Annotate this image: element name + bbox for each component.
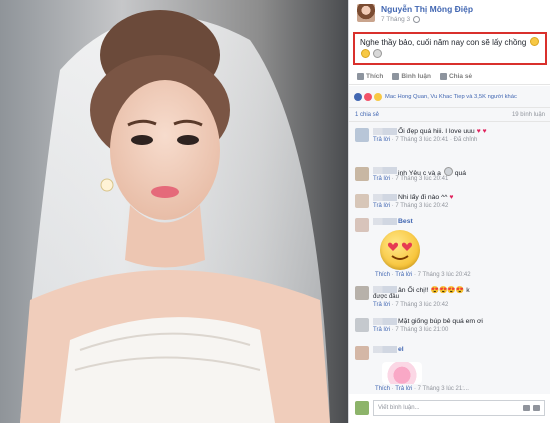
emoji-icon bbox=[443, 167, 453, 176]
comment-composer: Viết bình luận... bbox=[355, 397, 545, 419]
comment-time[interactable]: 7 Tháng 3 lúc 20:41 bbox=[395, 137, 448, 143]
comment-meta: Trả lời · 7 Tháng 3 lúc 20:42 bbox=[373, 203, 449, 209]
commenter-avatar[interactable] bbox=[355, 318, 369, 332]
commenter-avatar[interactable] bbox=[355, 218, 369, 232]
post-header: Nguyễn Thị Mông Điệp 7 Tháng 3 bbox=[349, 0, 550, 30]
reply-link[interactable]: Trả lời bbox=[373, 137, 390, 143]
commenter-name[interactable] bbox=[373, 194, 397, 201]
smile-emoji-icon bbox=[529, 37, 539, 46]
globe-icon bbox=[413, 16, 421, 23]
reply-link[interactable]: Trả lời bbox=[373, 176, 390, 182]
commenter-avatar[interactable] bbox=[355, 128, 369, 142]
comment-time[interactable]: 7 Tháng 3 lúc 20:42 bbox=[395, 203, 448, 209]
author-name[interactable]: Nguyễn Thị Mông Điệp bbox=[381, 4, 473, 14]
reactions-bar[interactable]: Mac Hong Quan, Vu Khac Tiep và 3,5K ngườ… bbox=[349, 86, 550, 108]
comment-meta: Trả lời · 7 Tháng 3 lúc 21:00 bbox=[373, 327, 449, 333]
reply-link[interactable]: Trả lời bbox=[373, 327, 390, 333]
smile-emoji-icon bbox=[361, 49, 370, 58]
post-text: Nghe thầy bảo, cuối năm nay con sẽ lấy c… bbox=[360, 38, 527, 47]
comment-button[interactable]: Bình luận bbox=[392, 72, 431, 80]
commenter-name[interactable] bbox=[373, 286, 397, 293]
reply-link[interactable]: Trả lời bbox=[395, 386, 412, 392]
smile-emoji-icon bbox=[373, 49, 383, 58]
comment-text: Ối đẹp quá hiii. I love uuu ♥ ♥ bbox=[398, 128, 487, 135]
love-emoji-icon: 😍😍😍😍 bbox=[430, 287, 465, 294]
heart-eyes-icon bbox=[387, 242, 413, 260]
comment-time[interactable]: 7 Tháng 3 lúc 20:41 bbox=[395, 176, 448, 182]
reply-link[interactable]: Trả lời bbox=[373, 302, 390, 308]
comment-meta: Trả lời · 7 Tháng 3 lúc 20:42 bbox=[373, 302, 449, 308]
current-user-avatar bbox=[355, 401, 369, 415]
comment-text: Best bbox=[398, 218, 413, 225]
comment-meta: Thích · Trả lời · 7 Tháng 3 lúc 21:... bbox=[375, 386, 469, 392]
reactions-text[interactable]: Mac Hong Quan, Vu Khac Tiep và 3,5K ngườ… bbox=[385, 94, 517, 100]
reply-link[interactable]: Trả lời bbox=[395, 272, 412, 278]
comment-time[interactable]: 7 Tháng 3 lúc 20:42 bbox=[395, 302, 448, 308]
camera-icon[interactable] bbox=[523, 405, 530, 411]
commenter-avatar[interactable] bbox=[355, 167, 369, 181]
comment-meta: Trả lời · 7 Tháng 3 lúc 20:41 bbox=[373, 176, 449, 182]
share-count[interactable]: 1 chia sẻ bbox=[355, 112, 379, 118]
comment-time[interactable]: 7 Tháng 3 lúc 21:00 bbox=[395, 327, 448, 333]
commenter-name[interactable] bbox=[373, 318, 397, 325]
comment-meta: được đâu bbox=[373, 294, 399, 300]
commenter-name[interactable] bbox=[373, 167, 397, 174]
wow-reaction-icon bbox=[374, 92, 382, 101]
heart-eyes-emoji-sticker bbox=[380, 230, 420, 270]
post-text-box: Nghe thầy bảo, cuối năm nay con sẽ lấy c… bbox=[353, 32, 547, 65]
comment-count[interactable]: 19 bình luận bbox=[512, 112, 545, 118]
bride-photo-illustration bbox=[0, 0, 348, 423]
heart-icon: ♥ ♥ bbox=[476, 128, 487, 135]
emoji-picker-icon[interactable] bbox=[533, 405, 540, 411]
comment-time[interactable]: 7 Tháng 3 lúc 20:42 bbox=[418, 272, 471, 278]
reply-link[interactable]: Trả lời bbox=[373, 203, 390, 209]
comment-time[interactable]: 7 Tháng 3 lúc 21:... bbox=[418, 386, 469, 392]
comment-text: Mặt giống búp bê quá em ơi bbox=[398, 318, 483, 325]
post-actions: Thích Bình luận Chia sẻ bbox=[349, 68, 550, 85]
share-count-bar: 1 chia sẻ 19 bình luận bbox=[349, 108, 550, 122]
comment-text: ân Ối chị!! 😍😍😍😍 k bbox=[398, 287, 470, 294]
post-photo[interactable] bbox=[0, 0, 348, 423]
like-button[interactable]: Thích bbox=[357, 72, 383, 80]
commenter-avatar[interactable] bbox=[355, 286, 369, 300]
comment-icon bbox=[392, 72, 400, 80]
comment-text: Nhi lấy đi nào ^^ ♥ bbox=[398, 194, 454, 201]
author-avatar[interactable] bbox=[357, 4, 375, 22]
thumbs-up-icon bbox=[357, 72, 364, 80]
like-reaction-icon bbox=[354, 92, 362, 101]
share-button[interactable]: Chia sẻ bbox=[439, 72, 472, 80]
commenter-avatar[interactable] bbox=[355, 346, 369, 360]
post-sidebar: Nguyễn Thị Mông Điệp 7 Tháng 3 Nghe thầy… bbox=[348, 0, 550, 423]
cartoon-sticker bbox=[382, 362, 422, 384]
heart-icon: ♥ bbox=[449, 194, 454, 201]
comment-text: el bbox=[398, 346, 404, 353]
commenter-name[interactable] bbox=[373, 218, 397, 225]
edited-label: Đã chỉnh bbox=[453, 137, 478, 143]
love-reaction-icon bbox=[364, 92, 372, 101]
like-link[interactable]: Thích bbox=[375, 272, 390, 278]
post-meta: 7 Tháng 3 bbox=[381, 16, 421, 23]
composer-icons bbox=[523, 405, 540, 411]
share-icon bbox=[439, 72, 447, 80]
commenter-name[interactable] bbox=[373, 128, 397, 135]
comment-placeholder: Viết bình luận... bbox=[378, 405, 420, 411]
commenter-avatar[interactable] bbox=[355, 194, 369, 208]
comment-input[interactable]: Viết bình luận... bbox=[373, 400, 545, 416]
comment-meta: Thích · Trả lời · 7 Tháng 3 lúc 20:42 bbox=[375, 272, 471, 278]
comment-meta: Trả lời · 7 Tháng 3 lúc 20:41 · Đã chỉnh bbox=[373, 137, 478, 143]
commenter-name[interactable] bbox=[373, 346, 397, 353]
post-time[interactable]: 7 Tháng 3 bbox=[381, 16, 410, 23]
like-link[interactable]: Thích bbox=[375, 386, 390, 392]
